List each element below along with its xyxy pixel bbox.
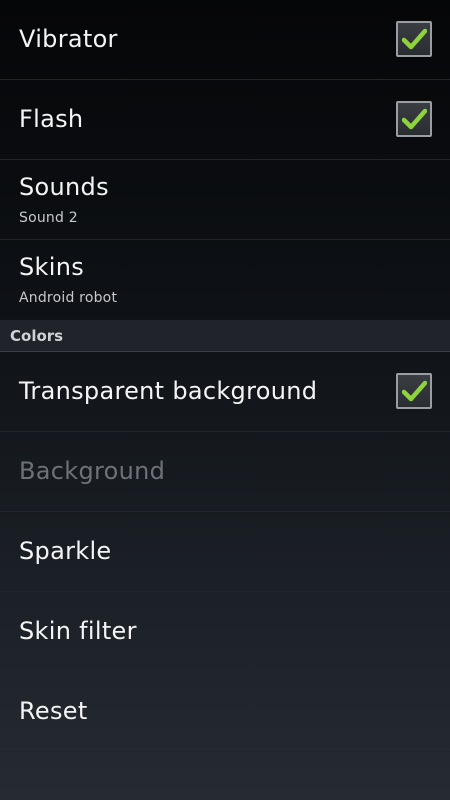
section-header-colors: Colors [0,320,450,352]
pref-sounds-title: Sounds [19,173,109,201]
pref-sparkle[interactable]: Sparkle [0,512,450,592]
pref-reset[interactable]: Reset [0,672,450,752]
pref-sounds-summary: Sound 2 [19,210,78,226]
check-icon [402,380,427,402]
pref-skins-summary: Android robot [19,290,118,306]
pref-background: Background [0,432,450,512]
pref-background-title: Background [19,457,166,485]
pref-skins-title: Skins [19,253,85,281]
check-icon [402,28,427,50]
pref-skin-filter[interactable]: Skin filter [0,592,450,672]
pref-sparkle-title: Sparkle [19,537,112,565]
pref-transparent-background[interactable]: Transparent background [0,352,450,432]
vibrator-checkbox[interactable] [396,21,432,57]
pref-sounds[interactable]: Sounds Sound 2 [0,160,450,240]
check-icon [402,108,427,130]
pref-vibrator-title: Vibrator [19,25,118,53]
pref-flash[interactable]: Flash [0,80,450,160]
transparent-background-checkbox[interactable] [396,373,432,409]
pref-flash-title: Flash [19,105,84,133]
pref-transparent-background-title: Transparent background [19,377,318,405]
preferences-list: Vibrator Flash Sounds Sound 2 Skins Andr… [0,0,450,752]
pref-skin-filter-title: Skin filter [19,617,137,645]
flash-checkbox[interactable] [396,101,432,137]
pref-reset-title: Reset [19,697,88,725]
pref-skins[interactable]: Skins Android robot [0,240,450,320]
section-header-label: Colors [10,327,64,345]
pref-vibrator[interactable]: Vibrator [0,0,450,80]
